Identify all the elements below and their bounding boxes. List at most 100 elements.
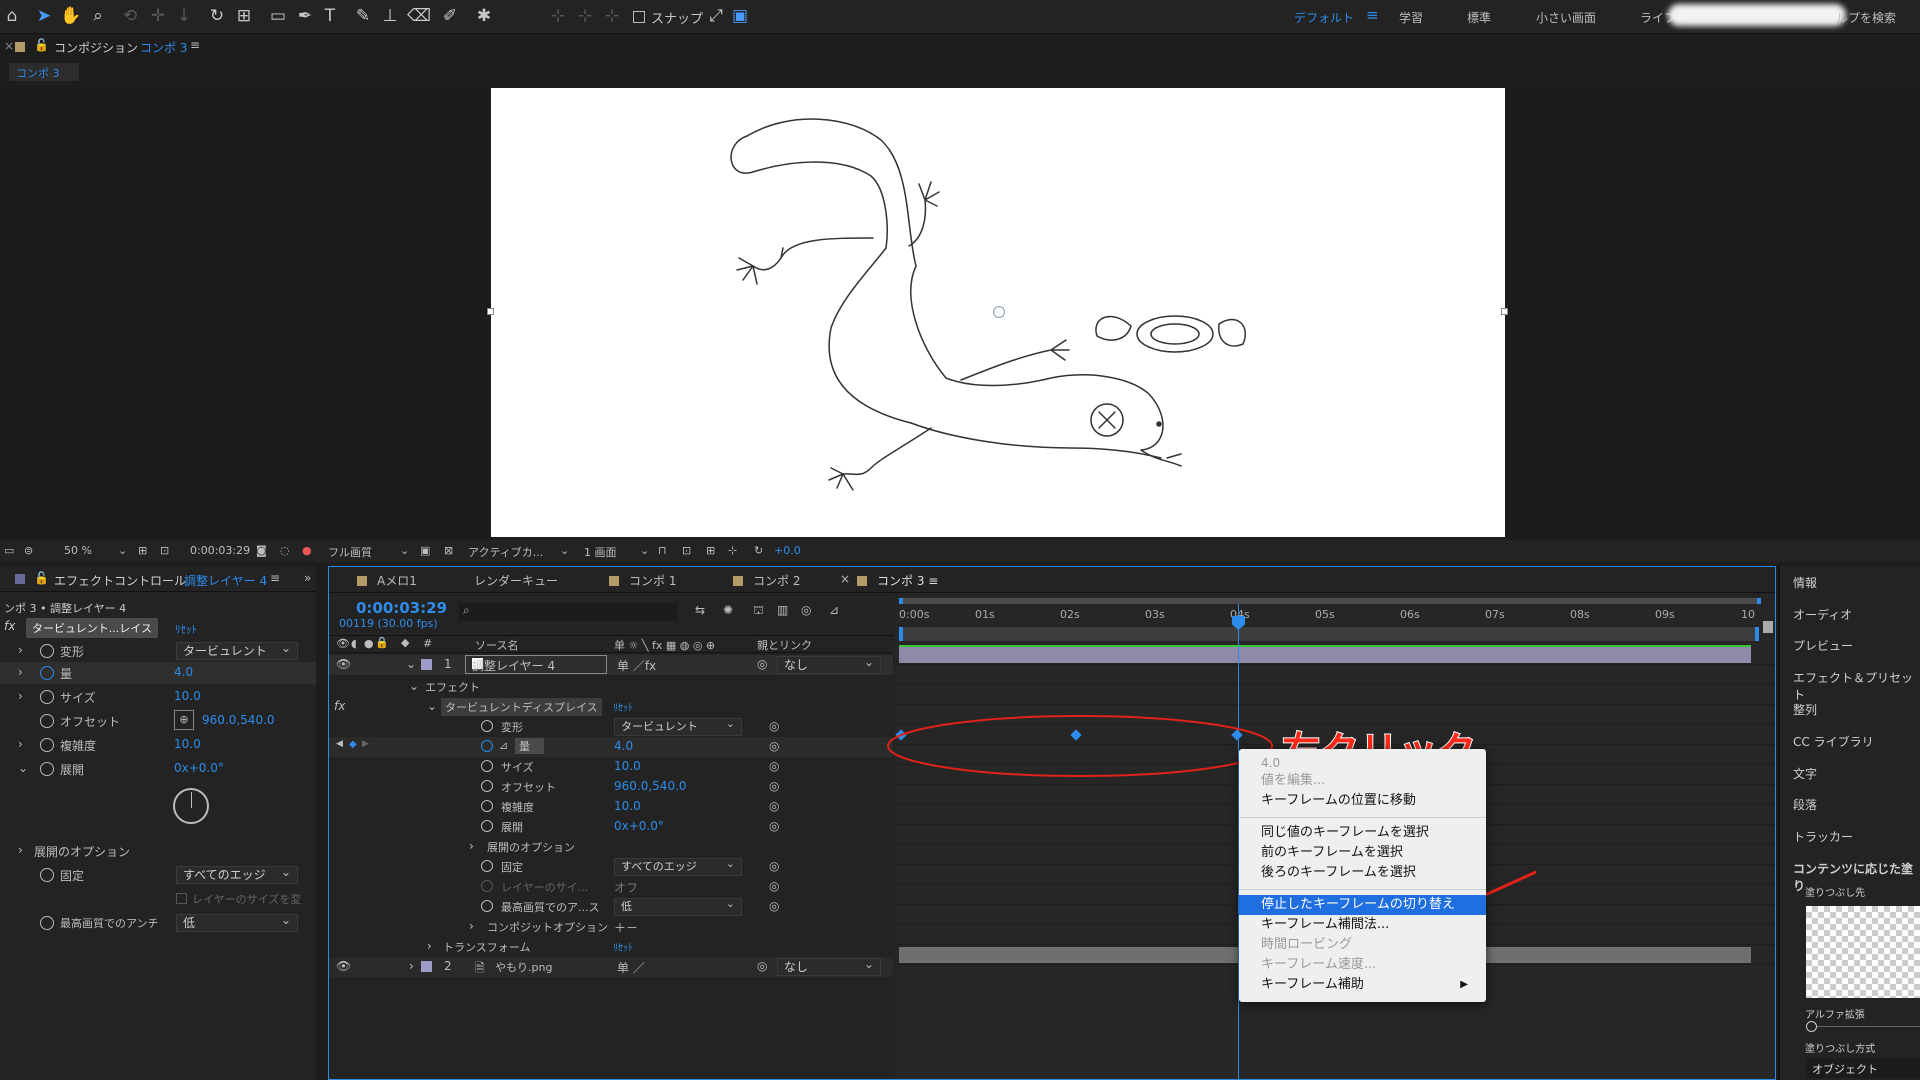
- keyframe[interactable]: [895, 729, 907, 741]
- draft-3d-icon[interactable]: ✺: [723, 603, 733, 617]
- cc-libraries-panel-tab[interactable]: CC ライブラリ: [1793, 733, 1874, 750]
- close-icon[interactable]: ×: [4, 39, 14, 53]
- work-area-bar[interactable]: [899, 598, 1761, 604]
- property-value[interactable]: 960.0,540.0: [614, 779, 687, 793]
- help-search-field[interactable]: ルプを検索: [1836, 9, 1896, 26]
- axis-world-icon[interactable]: ⊹: [575, 6, 595, 26]
- tab-comp-2[interactable]: コンポ 2: [733, 572, 800, 589]
- expand-icon[interactable]: ›: [18, 737, 23, 751]
- snap-options-icon[interactable]: ⤢: [706, 6, 726, 26]
- stopwatch-icon[interactable]: [481, 780, 493, 792]
- property-row[interactable]: サイズ 10.0 ◎: [329, 757, 893, 777]
- expression-icon[interactable]: ◎: [769, 859, 779, 873]
- menu-item-select-following-keyframes[interactable]: 後ろのキーフレームを選択: [1239, 863, 1486, 883]
- rectangle-tool-icon[interactable]: ▭: [268, 6, 288, 26]
- keyframe-toggle-icon[interactable]: ◆: [349, 739, 357, 750]
- workspace-standard[interactable]: 標準: [1467, 9, 1491, 26]
- effect-reset[interactable]: ﾘｾｯﾄ: [613, 699, 633, 714]
- home-icon[interactable]: ⌂: [2, 6, 22, 26]
- zoom-tool-icon[interactable]: ⌕: [88, 6, 108, 26]
- anchor-point-icon[interactable]: [993, 306, 1005, 318]
- snap-checkbox[interactable]: [633, 11, 645, 23]
- property-select[interactable]: 低: [614, 896, 742, 916]
- property-row[interactable]: 最高画質でのア...ス 低 ◎: [329, 896, 893, 917]
- timeline-timecode[interactable]: 0:00:03:29: [356, 599, 447, 617]
- property-value[interactable]: オフ: [614, 879, 638, 896]
- layer-name[interactable]: 調整レイヤー 4: [465, 655, 607, 674]
- mask-icon[interactable]: ⊜: [24, 544, 33, 557]
- menu-item-select-previous-keyframes[interactable]: 前のキーフレームを選択: [1239, 843, 1486, 863]
- menu-item-rove-across-time[interactable]: 時間ロービング: [1239, 935, 1486, 955]
- stopwatch-icon[interactable]: [481, 720, 493, 732]
- effect-name[interactable]: タービュレント...レイス: [26, 618, 158, 638]
- paragraph-panel-tab[interactable]: 段落: [1793, 796, 1817, 813]
- effects-presets-panel-tab[interactable]: エフェクト＆プリセット: [1793, 669, 1920, 703]
- expand-icon[interactable]: ›: [469, 919, 474, 933]
- fit-screen-icon[interactable]: ⊡: [682, 544, 691, 557]
- complexity-value[interactable]: 10.0: [174, 737, 201, 751]
- property-row[interactable]: レイヤーのサイ... オフ ◎: [329, 877, 893, 897]
- camera-snapshot-icon[interactable]: ◙: [256, 544, 267, 557]
- close-icon[interactable]: ×: [840, 572, 850, 586]
- roto-brush-icon[interactable]: ✐: [440, 6, 460, 26]
- property-row[interactable]: 変形 タービュレント ◎: [329, 716, 893, 737]
- property-value[interactable]: ＋－: [614, 919, 638, 936]
- eye-icon[interactable]: 👁: [336, 657, 351, 671]
- views-select[interactable]: 1 画面: [584, 544, 617, 560]
- parent-select[interactable]: なし: [777, 956, 881, 976]
- stopwatch-icon[interactable]: [40, 738, 54, 752]
- evolution-dial[interactable]: [173, 788, 209, 824]
- frame-blend-icon[interactable]: ▥: [777, 603, 788, 617]
- layer-duration-bar[interactable]: [899, 647, 1751, 663]
- menu-item-toggle-hold-keyframe[interactable]: 停止したキーフレームの切り替え: [1239, 895, 1486, 915]
- tab-render-queue[interactable]: レンダーキュー: [474, 572, 558, 589]
- panel-menu-icon[interactable]: ≡: [190, 38, 200, 52]
- character-panel-tab[interactable]: 文字: [1793, 765, 1817, 782]
- stopwatch-icon[interactable]: [40, 762, 54, 776]
- crosshair-icon[interactable]: ⊕: [174, 710, 194, 730]
- comp-tab[interactable]: コンポ 3: [9, 63, 79, 81]
- orbit-tool-icon[interactable]: ⟲: [120, 6, 140, 26]
- evolution-value[interactable]: 0x+0.0°: [174, 761, 224, 775]
- stopwatch-icon[interactable]: [481, 860, 493, 872]
- pickwhip-icon[interactable]: ◎: [757, 959, 767, 973]
- lock-icon[interactable]: 🔓: [34, 571, 49, 585]
- property-select[interactable]: タービュレント: [614, 716, 742, 736]
- solo-icon[interactable]: ●: [364, 637, 374, 650]
- property-row[interactable]: オフセット 960.0,540.0 ◎: [329, 777, 893, 797]
- eye-icon[interactable]: 👁: [336, 637, 350, 650]
- prev-keyframe-icon[interactable]: ◀: [336, 739, 343, 749]
- displacement-type-select[interactable]: タービュレント: [176, 640, 298, 660]
- zoom-select[interactable]: 50 %: [64, 544, 92, 557]
- property-value[interactable]: 0x+0.0°: [614, 819, 664, 833]
- transform-reset[interactable]: ﾘｾｯﾄ: [613, 939, 633, 954]
- menu-item-select-equal-keyframes[interactable]: 同じ値のキーフレームを選択: [1239, 823, 1486, 843]
- size-value[interactable]: 10.0: [174, 689, 201, 703]
- property-value[interactable]: 4.0: [614, 739, 633, 753]
- axis-view-icon[interactable]: ⊹: [602, 6, 622, 26]
- info-panel-tab[interactable]: 情報: [1793, 574, 1817, 591]
- show-snapshot-icon[interactable]: ◌: [280, 544, 290, 557]
- stopwatch-icon[interactable]: [481, 800, 493, 812]
- comp-button-icon[interactable]: [1763, 621, 1773, 633]
- timeline-search-input[interactable]: ⌕: [459, 603, 677, 621]
- tab-comp-3[interactable]: コンポ 3 ≡: [857, 572, 938, 589]
- stamp-tool-icon[interactable]: ⊥: [380, 6, 400, 26]
- audio-panel-tab[interactable]: オーディオ: [1793, 606, 1852, 623]
- workspace-learn[interactable]: 学習: [1399, 9, 1423, 26]
- motion-blur-icon[interactable]: ◎: [801, 603, 811, 617]
- menu-item-go-to-keyframe[interactable]: キーフレームの位置に移動: [1239, 791, 1486, 811]
- snap-target-icon[interactable]: ▣: [730, 6, 750, 26]
- fx-icon[interactable]: fx: [4, 619, 15, 633]
- chevron-down-icon[interactable]: ⌄: [427, 699, 437, 713]
- chevron-down-icon[interactable]: ⌄: [560, 544, 569, 557]
- expression-icon[interactable]: ◎: [769, 719, 779, 733]
- expand-icon[interactable]: ›: [427, 939, 432, 953]
- quality-select[interactable]: フル画質: [328, 544, 372, 560]
- expression-icon[interactable]: ◎: [769, 879, 779, 893]
- graph-icon[interactable]: ⊿: [499, 739, 508, 752]
- dolly-tool-icon[interactable]: ↓: [174, 6, 194, 26]
- chevron-down-icon[interactable]: ⌄: [118, 544, 127, 557]
- workspace-default[interactable]: デフォルト: [1294, 9, 1354, 26]
- property-row[interactable]: 展開 0x+0.0° ◎: [329, 817, 893, 837]
